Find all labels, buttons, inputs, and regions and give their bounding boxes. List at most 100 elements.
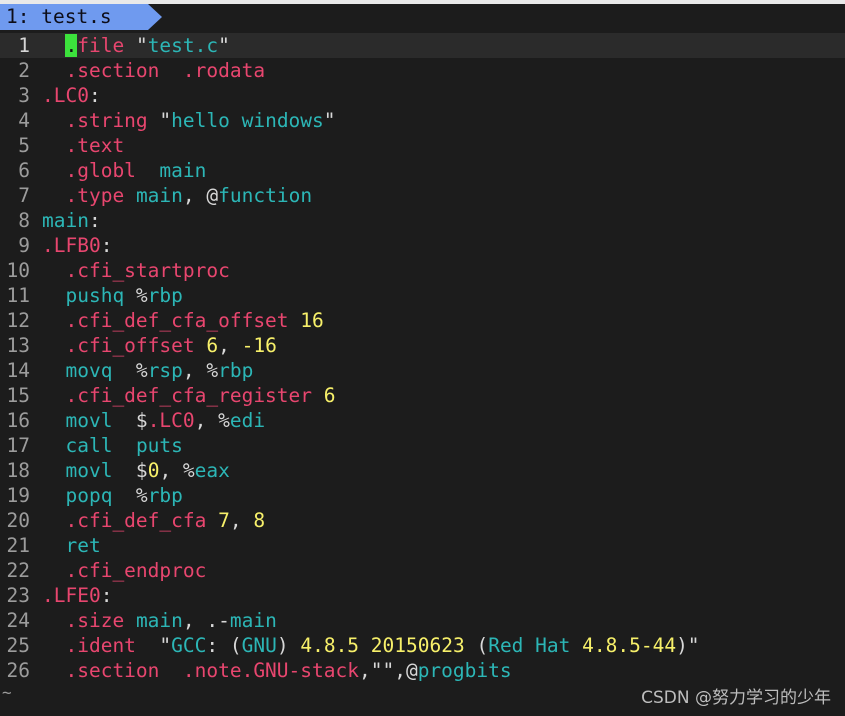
code-line[interactable]: 17 call puts xyxy=(0,433,845,458)
code-token: main xyxy=(135,609,183,632)
line-content: .section .note.GNU-stack,"",@progbits xyxy=(42,659,512,682)
line-number: 26 xyxy=(6,659,30,682)
code-token: movl xyxy=(42,459,113,482)
code-token: , xyxy=(218,334,242,357)
code-token: : xyxy=(88,209,101,232)
line-content: .section .rodata xyxy=(42,59,265,82)
line-number: 9 xyxy=(18,234,30,257)
code-line[interactable]: 13 .cfi_offset 6, -16 xyxy=(0,333,845,358)
code-token: rbp xyxy=(147,284,183,307)
code-token: .LFB0 xyxy=(42,234,101,257)
code-line[interactable]: 2 .section .rodata xyxy=(0,58,845,83)
code-token: progbits xyxy=(417,659,512,682)
code-line[interactable]: 23 .LFE0: xyxy=(0,583,845,608)
line-content: .size main, .-main xyxy=(42,609,277,632)
code-token: , % xyxy=(159,459,195,482)
code-line[interactable]: 19 popq %rbp xyxy=(0,483,845,508)
code-token: .cfi_offset xyxy=(42,334,195,357)
code-line[interactable]: 9 .LFB0: xyxy=(0,233,845,258)
code-line[interactable]: 7 .type main, @function xyxy=(0,183,845,208)
code-line[interactable]: 3 .LC0: xyxy=(0,83,845,108)
code-line[interactable]: 21 ret xyxy=(0,533,845,558)
code-token: % xyxy=(124,284,148,307)
line-number: 20 xyxy=(6,509,30,532)
code-token: .cfi_def_cfa xyxy=(42,509,207,532)
code-line[interactable]: 15 .cfi_def_cfa_register 6 xyxy=(0,383,845,408)
code-line[interactable]: 1 .file "test.c" xyxy=(0,33,845,58)
tab-test-s[interactable]: 1: test.s xyxy=(0,4,148,30)
code-token: .cfi_def_cfa_register xyxy=(42,384,313,407)
line-content: .type main, @function xyxy=(42,184,312,207)
code-line[interactable]: 8 main: xyxy=(0,208,845,233)
code-token: GCC xyxy=(171,634,207,657)
line-number: 2 xyxy=(18,59,30,82)
code-line[interactable]: 16 movl $.LC0, %edi xyxy=(0,408,845,433)
line-content: .text xyxy=(42,134,124,157)
line-number: 13 xyxy=(6,334,30,357)
code-token: , .- xyxy=(182,609,230,632)
code-token: " xyxy=(323,109,336,132)
code-token: movl xyxy=(42,409,113,432)
code-token: , % xyxy=(182,359,219,382)
code-token: 6 xyxy=(206,334,219,357)
line-content: main: xyxy=(42,209,101,232)
code-area[interactable]: 1 .file "test.c" 2 .section .rodata 3 .LC0:… xyxy=(0,33,845,683)
code-line[interactable]: 14 movq %rsp, %rbp xyxy=(0,358,845,383)
code-token: " xyxy=(147,109,172,132)
line-content: pushq %rbp xyxy=(42,284,183,307)
line-number: 23 xyxy=(6,584,30,607)
text-cursor: . xyxy=(65,34,78,57)
code-token: " xyxy=(124,34,148,57)
code-line[interactable]: 6 .globl main xyxy=(0,158,845,183)
code-token: GNU xyxy=(241,634,277,657)
code-token: rsp xyxy=(147,359,183,382)
code-token: file xyxy=(77,34,125,57)
line-number: 5 xyxy=(18,134,30,157)
line-content: .cfi_startproc xyxy=(42,259,230,282)
code-token: )" xyxy=(676,634,700,657)
line-content: .cfi_def_cfa 7, 8 xyxy=(42,509,265,532)
code-line[interactable]: 22 .cfi_endproc xyxy=(0,558,845,583)
code-line[interactable]: 26 .section .note.GNU-stack,"",@progbits xyxy=(0,658,845,683)
code-token: main xyxy=(229,609,277,632)
code-token: .LFE0 xyxy=(42,584,101,607)
code-line[interactable]: 24 .size main, .-main xyxy=(0,608,845,633)
code-line[interactable]: 4 .string "hello windows" xyxy=(0,108,845,133)
code-line[interactable]: 20 .cfi_def_cfa 7, 8 xyxy=(0,508,845,533)
code-token: : xyxy=(88,84,101,107)
line-content: .file "test.c" xyxy=(42,34,230,57)
line-content: popq %rbp xyxy=(42,484,182,507)
code-token: .cfi_startproc xyxy=(42,259,230,282)
vim-editor[interactable]: 1: test.s 1 .file "test.c" 2 .section .ro… xyxy=(0,0,845,716)
code-token: main xyxy=(159,159,207,182)
code-token: , @ xyxy=(182,184,219,207)
code-token: main xyxy=(135,184,183,207)
code-token: 8 xyxy=(253,509,266,532)
code-token: .text xyxy=(42,134,125,157)
line-number: 8 xyxy=(18,209,30,232)
line-number: 3 xyxy=(18,84,30,107)
code-line[interactable]: 10 .cfi_startproc xyxy=(0,258,845,283)
code-line[interactable]: 18 movl $0, %eax xyxy=(0,458,845,483)
line-content: .string "hello windows" xyxy=(42,109,336,132)
line-content: call puts xyxy=(42,434,182,457)
code-line[interactable]: 11 pushq %rbp xyxy=(0,283,845,308)
line-content: movl $.LC0, %edi xyxy=(42,409,265,432)
line-content: .ident "GCC: (GNU) 4.8.5 20150623 (Red H… xyxy=(42,634,700,657)
code-token: -16 xyxy=(241,334,277,357)
line-number: 24 xyxy=(6,609,30,632)
empty-line-tilde: ~ xyxy=(2,683,12,702)
code-line[interactable]: 12 .cfi_def_cfa_offset 16 xyxy=(0,308,845,333)
code-line[interactable]: 5 .text xyxy=(0,133,845,158)
code-token: function xyxy=(218,184,313,207)
code-token: , % xyxy=(194,409,230,432)
code-line[interactable]: 25 .ident "GCC: (GNU) 4.8.5 20150623 (Re… xyxy=(0,633,845,658)
